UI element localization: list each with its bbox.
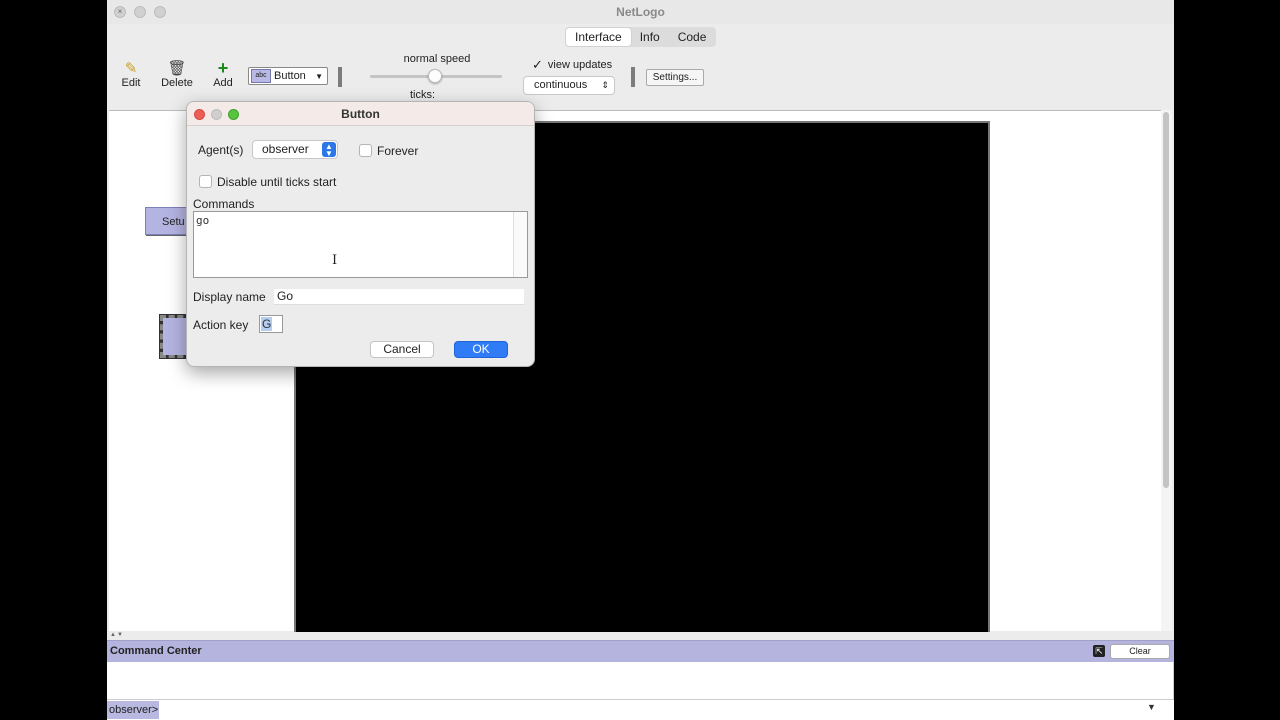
- window-titlebar: × NetLogo: [107, 0, 1174, 24]
- split-pane-arrows-icon[interactable]: ▲▼: [110, 632, 124, 638]
- add-button[interactable]: + Add: [201, 58, 245, 89]
- toolbar-separator: [631, 67, 635, 87]
- toolbar-separator: [338, 67, 342, 87]
- tab-bar: Interface Info Code: [565, 27, 717, 47]
- tab-interface[interactable]: Interface: [566, 28, 631, 46]
- commands-editor[interactable]: go I: [193, 211, 528, 278]
- scrollbar-thumb[interactable]: [1163, 112, 1169, 488]
- minimize-dialog-icon: [211, 109, 222, 120]
- update-mode-select[interactable]: continuous ⇕: [523, 76, 615, 95]
- setup-button-label: Setu: [162, 216, 185, 228]
- up-down-arrows-icon: ⇕: [601, 80, 609, 90]
- action-key-input[interactable]: G: [259, 315, 283, 333]
- dialog-titlebar: Button: [187, 102, 534, 126]
- disable-until-ticks-label: Disable until ticks start: [217, 175, 337, 189]
- command-input-row: observer> ▼: [107, 699, 1174, 720]
- action-key-value: G: [261, 317, 273, 331]
- agents-value: observer: [262, 142, 309, 156]
- command-center-title: Command Center: [110, 645, 202, 657]
- plus-icon: +: [217, 58, 229, 78]
- cancel-button[interactable]: Cancel: [370, 341, 434, 358]
- chevron-down-icon: ▼: [315, 71, 323, 81]
- vertical-scrollbar[interactable]: [1161, 110, 1172, 631]
- zoom-window-icon[interactable]: [154, 6, 166, 18]
- dialog-title: Button: [341, 107, 380, 121]
- settings-button[interactable]: Settings...: [646, 69, 704, 86]
- update-mode-value: continuous: [534, 79, 588, 91]
- history-dropdown-icon[interactable]: ▼: [1147, 702, 1156, 712]
- add-label: Add: [213, 77, 233, 89]
- command-center-output: [107, 662, 1174, 699]
- dialog-window-controls: [194, 109, 239, 120]
- tab-info[interactable]: Info: [631, 28, 669, 46]
- trash-icon: 🗑: [167, 60, 187, 77]
- ok-button[interactable]: OK: [454, 341, 508, 358]
- up-down-arrows-icon: ▲ ▼: [322, 142, 336, 158]
- speed-label: normal speed: [403, 53, 471, 65]
- commands-text: go: [196, 214, 210, 227]
- forever-checkbox[interactable]: [359, 144, 372, 157]
- disable-until-ticks-checkbox[interactable]: [199, 175, 212, 188]
- button-widget-icon: abc: [251, 69, 271, 83]
- agents-select[interactable]: observer ▲ ▼: [252, 140, 338, 159]
- ticks-label: ticks:: [410, 89, 436, 101]
- tab-code[interactable]: Code: [669, 28, 716, 46]
- delete-label: Delete: [161, 77, 193, 89]
- delete-button[interactable]: 🗑 Delete: [155, 60, 199, 89]
- agents-label: Agent(s): [198, 143, 244, 157]
- display-name-input[interactable]: Go: [273, 288, 525, 305]
- zoom-dialog-icon[interactable]: [228, 109, 239, 120]
- commands-scrollbar[interactable]: [513, 212, 527, 277]
- text-cursor-icon: I: [332, 253, 338, 268]
- commands-label: Commands: [193, 197, 255, 211]
- window-title: NetLogo: [616, 5, 665, 19]
- minimize-window-icon[interactable]: [134, 6, 146, 18]
- clear-button[interactable]: Clear: [1110, 644, 1170, 659]
- view-updates-label: view updates: [547, 59, 613, 71]
- popout-icon[interactable]: ⇱: [1093, 645, 1105, 657]
- pencil-icon: ✎: [124, 60, 138, 77]
- close-window-icon[interactable]: ×: [114, 6, 126, 18]
- widget-type-select[interactable]: abc Button ▼: [248, 67, 328, 85]
- display-name-label: Display name: [193, 290, 266, 304]
- widget-type-value: Button: [274, 70, 306, 82]
- window-controls: ×: [114, 6, 166, 18]
- close-dialog-icon[interactable]: [194, 109, 205, 120]
- checkmark-icon: ✓: [532, 57, 543, 72]
- button-editor-dialog: Button Agent(s) observer ▲ ▼ Forever Disa…: [186, 101, 535, 367]
- edit-label: Edit: [121, 77, 141, 89]
- action-key-label: Action key: [193, 318, 249, 332]
- view-updates-checkbox[interactable]: ✓ view updates: [532, 57, 612, 73]
- forever-label: Forever: [377, 144, 419, 158]
- interface-toolbar: ✎ Edit 🗑 Delete + Add abc Button ▼ norma…: [107, 53, 1174, 108]
- speed-slider-handle[interactable]: [428, 69, 442, 83]
- command-input[interactable]: [159, 701, 1144, 719]
- edit-button[interactable]: ✎ Edit: [109, 60, 153, 89]
- agent-prompt-selector[interactable]: observer>: [107, 701, 161, 719]
- command-center-header: Command Center ⇱ Clear: [107, 640, 1174, 662]
